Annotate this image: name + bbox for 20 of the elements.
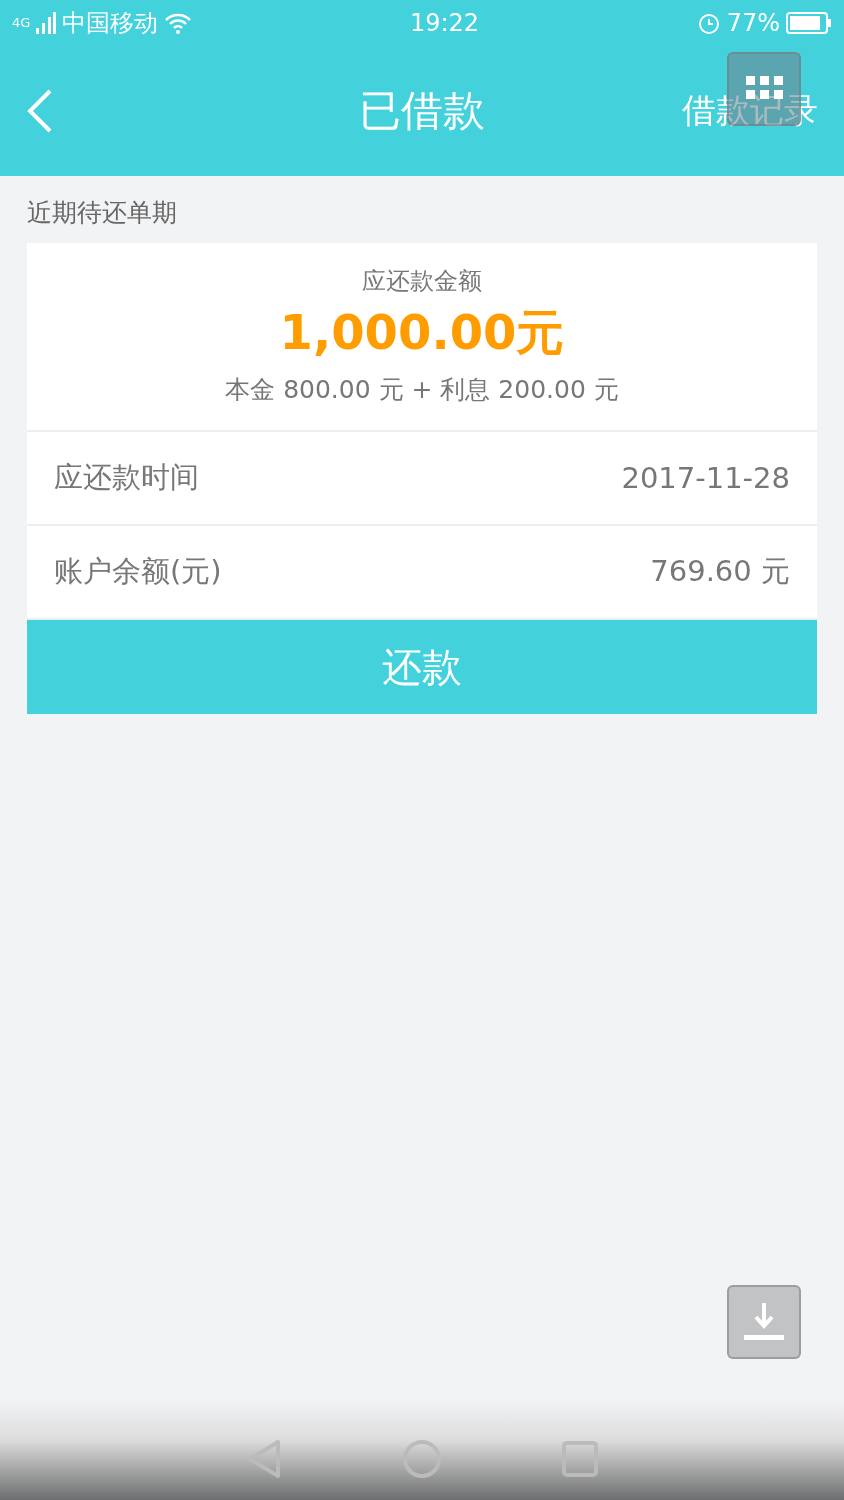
- amount-breakdown: 本金 800.00 元 + 利息 200.00 元: [225, 374, 619, 406]
- section-title: 近期待还单期: [26, 197, 178, 229]
- page-title: 已借款: [359, 84, 485, 137]
- amount-due: 1,000.00元: [279, 303, 565, 362]
- signal-icon: [36, 11, 57, 34]
- download-float-button[interactable]: [727, 1285, 801, 1359]
- row-value: 2017-11-28: [621, 461, 790, 495]
- repay-button[interactable]: 还款: [27, 620, 817, 714]
- battery-percent: 77%: [726, 8, 780, 37]
- amount-label: 应还款金额: [362, 266, 482, 297]
- row-label: 账户余额(元): [54, 553, 222, 590]
- carrier-name: 中国移动: [62, 7, 159, 39]
- wifi-icon: [164, 11, 193, 34]
- recents-nav-icon[interactable]: [562, 1441, 598, 1477]
- row-label: 应还款时间: [54, 459, 199, 496]
- network-label: 4G: [12, 15, 31, 30]
- battery-icon: [786, 11, 832, 34]
- home-nav-icon[interactable]: [402, 1439, 442, 1479]
- clock-time: 19:22: [409, 8, 480, 37]
- row-value: 769.60 元: [650, 553, 790, 590]
